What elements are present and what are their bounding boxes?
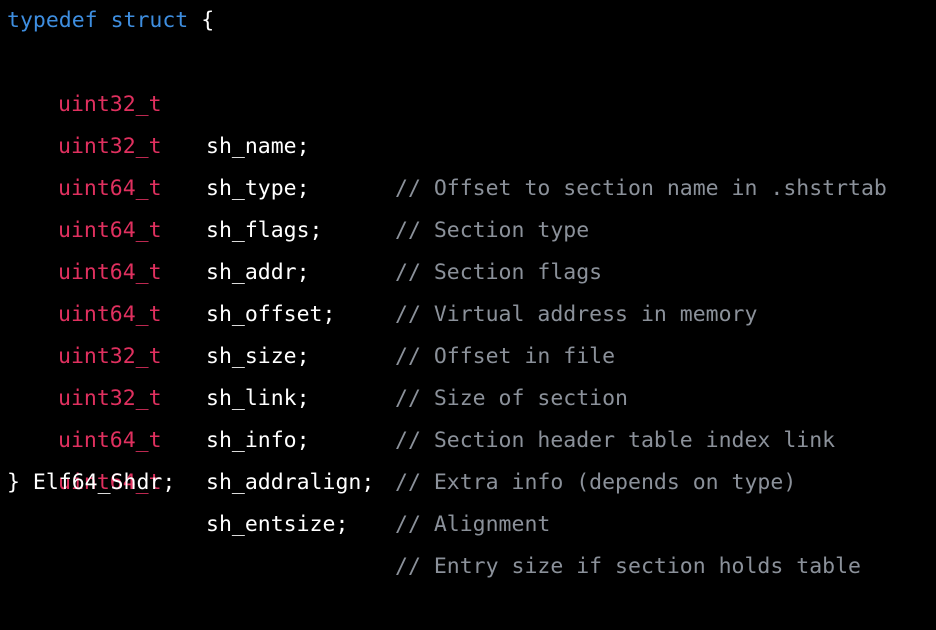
struct-keyword: struct — [110, 8, 189, 33]
closing-typedef-name: } Elf64_Shdr; — [7, 470, 176, 495]
field-line-sh-flags: uint64_t sh_flags; // Section flags — [7, 126, 932, 285]
field-line-sh-size: uint64_t sh_size; // Size of section — [7, 252, 932, 411]
field-line-sh-name: uint32_t sh_name; // Offset to section n… — [7, 42, 932, 201]
open-brace: { — [201, 8, 215, 33]
field-line-sh-info: uint32_t sh_info; // Extra info (depends… — [7, 336, 932, 495]
field-line-sh-type: uint32_t sh_type; // Section type — [7, 84, 932, 243]
struct-header-line: typedef struct { — [7, 0, 932, 42]
typedef-keyword: typedef — [7, 8, 98, 33]
field-comment: // Alignment — [395, 512, 551, 537]
field-line-sh-addr: uint64_t sh_addr; // Virtual address in … — [7, 168, 932, 327]
field-line-sh-entsize: uint64_t sh_entsize; // Entry size if se… — [7, 420, 932, 579]
field-name: sh_entsize; — [206, 512, 349, 537]
field-line-sh-link: uint32_t sh_link; // Section header tabl… — [7, 294, 932, 453]
struct-footer-line: } Elf64_Shdr; — [7, 462, 932, 504]
field-comment: // Entry size if section holds table — [395, 554, 861, 579]
field-line-sh-addralign: uint64_t sh_addralign; // Alignment — [7, 378, 932, 537]
field-line-sh-offset: uint64_t sh_offset; // Offset in file — [7, 210, 932, 369]
code-block: typedef struct { uint32_t sh_name; // Of… — [7, 0, 932, 579]
